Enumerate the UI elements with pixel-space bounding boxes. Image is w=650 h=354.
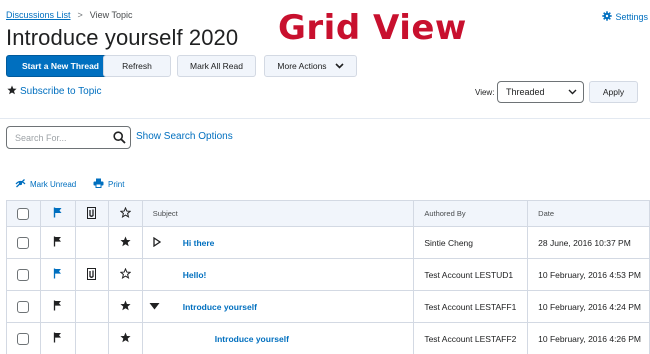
star-outline-icon — [119, 267, 132, 281]
apply-button[interactable]: Apply — [589, 81, 638, 103]
row-subject-cell: Introduce yourself — [141, 290, 415, 323]
search-box — [6, 126, 131, 149]
row-select-cell — [6, 226, 41, 259]
row-checkbox[interactable] — [17, 300, 30, 313]
more-actions-button[interactable]: More Actions — [264, 55, 357, 77]
row-attachment-cell — [74, 258, 109, 291]
row-flag-cell[interactable] — [39, 322, 76, 354]
row-star-cell[interactable] — [107, 258, 143, 291]
row-flag-cell[interactable] — [39, 290, 76, 323]
table-row: Hello! Test Account LESTUD1 10 February,… — [6, 258, 650, 291]
page-title: Introduce yourself 2020 — [6, 25, 239, 50]
date-column-header[interactable]: Date — [527, 200, 650, 227]
flag-icon — [53, 300, 63, 313]
star-filled-icon — [120, 300, 131, 313]
attachment-header[interactable] — [74, 200, 109, 227]
breadcrumb-discussions-list-link[interactable]: Discussions List — [6, 10, 71, 20]
mark-all-read-button[interactable]: Mark All Read — [177, 55, 256, 77]
thread-subject-link[interactable]: Introduce yourself — [215, 334, 289, 344]
chevron-down-icon — [334, 61, 344, 72]
row-star-cell[interactable] — [107, 290, 143, 323]
flag-header[interactable] — [39, 200, 76, 227]
table-header-row: Subject Authored By Date — [6, 200, 650, 227]
mark-unread-icon — [15, 178, 26, 190]
row-select-cell — [6, 322, 41, 354]
flag-icon — [53, 207, 63, 220]
row-author: Sintie Cheng — [413, 226, 529, 259]
row-date: 10 February, 2016 4:24 PM — [527, 290, 650, 323]
table-row: Hi there Sintie Cheng 28 June, 2016 10:3… — [6, 226, 650, 259]
flag-icon — [53, 236, 63, 249]
row-author: Test Account LESTAFF1 — [413, 290, 529, 323]
row-checkbox[interactable] — [17, 236, 30, 249]
select-all-checkbox[interactable] — [17, 207, 30, 220]
flag-icon — [53, 268, 63, 281]
row-author: Test Account LESTUD1 — [413, 258, 529, 291]
table-row: Introduce yourself Test Account LESTAFF2… — [6, 322, 650, 354]
flag-icon — [53, 332, 63, 345]
grid-view-overlay-title: Grid View — [278, 8, 467, 48]
row-flag-cell[interactable] — [39, 258, 76, 291]
row-subject-cell: Hello! — [141, 258, 415, 291]
gear-icon — [602, 11, 613, 23]
star-filled-icon — [120, 332, 131, 345]
section-divider — [0, 118, 650, 119]
settings-link[interactable]: Settings — [602, 11, 648, 23]
threads-grid: Subject Authored By Date Hi there Sintie… — [6, 200, 650, 354]
star-outline-icon — [119, 206, 132, 220]
authored-by-column-header[interactable]: Authored By — [413, 200, 529, 227]
refresh-button[interactable]: Refresh — [103, 55, 171, 77]
row-checkbox[interactable] — [17, 268, 30, 281]
row-subject-cell: Introduce yourself — [141, 322, 415, 354]
breadcrumb: Discussions List > View Topic — [6, 10, 133, 20]
attachment-icon — [87, 267, 97, 282]
row-subject-cell: Hi there — [141, 226, 415, 259]
attachment-icon — [87, 206, 97, 221]
printer-icon — [93, 178, 104, 190]
collapse-thread-icon[interactable] — [149, 302, 160, 312]
breadcrumb-separator: > — [77, 10, 83, 20]
row-star-cell[interactable] — [107, 322, 143, 354]
row-author: Test Account LESTAFF2 — [413, 322, 529, 354]
thread-subject-link[interactable]: Introduce yourself — [183, 302, 257, 312]
row-date: 10 February, 2016 4:53 PM — [527, 258, 650, 291]
row-date: 28 June, 2016 10:37 PM — [527, 226, 650, 259]
print-link[interactable]: Print — [93, 178, 124, 190]
subscribe-label: Subscribe to Topic — [20, 86, 102, 97]
star-filled-icon — [120, 236, 131, 249]
row-attachment-cell — [74, 290, 109, 323]
mark-unread-link[interactable]: Mark Unread — [15, 178, 76, 190]
row-attachment-cell — [74, 226, 109, 259]
row-select-cell — [6, 290, 41, 323]
start-new-thread-button[interactable]: Start a New Thread — [6, 55, 115, 77]
select-all-header — [6, 200, 41, 227]
subscribe-to-topic-link[interactable]: Subscribe to Topic — [7, 85, 102, 98]
show-search-options-link[interactable]: Show Search Options — [136, 131, 233, 142]
row-date: 10 February, 2016 4:26 PM — [527, 322, 650, 354]
row-select-cell — [6, 258, 41, 291]
row-attachment-cell — [74, 322, 109, 354]
expand-thread-icon[interactable] — [153, 236, 161, 249]
subject-column-header[interactable]: Subject — [141, 200, 415, 227]
star-icon — [7, 85, 17, 98]
thread-subject-link[interactable]: Hello! — [183, 270, 207, 280]
settings-label: Settings — [615, 12, 648, 22]
row-checkbox[interactable] — [17, 332, 30, 345]
thread-subject-link[interactable]: Hi there — [183, 238, 215, 248]
table-row: Introduce yourself Test Account LESTAFF1… — [6, 290, 650, 323]
view-select[interactable]: Threaded — [497, 81, 584, 103]
row-star-cell[interactable] — [107, 226, 143, 259]
search-input[interactable] — [8, 128, 108, 147]
rating-header[interactable] — [107, 200, 143, 227]
view-select-value: Threaded — [506, 87, 545, 97]
print-label: Print — [108, 179, 125, 189]
view-label: View: — [475, 88, 495, 97]
breadcrumb-current: View Topic — [89, 10, 133, 20]
row-flag-cell[interactable] — [39, 226, 76, 259]
chevron-down-icon — [568, 87, 577, 97]
search-icon[interactable] — [113, 131, 126, 149]
mark-unread-label: Mark Unread — [30, 179, 77, 189]
more-actions-label: More Actions — [277, 61, 327, 71]
